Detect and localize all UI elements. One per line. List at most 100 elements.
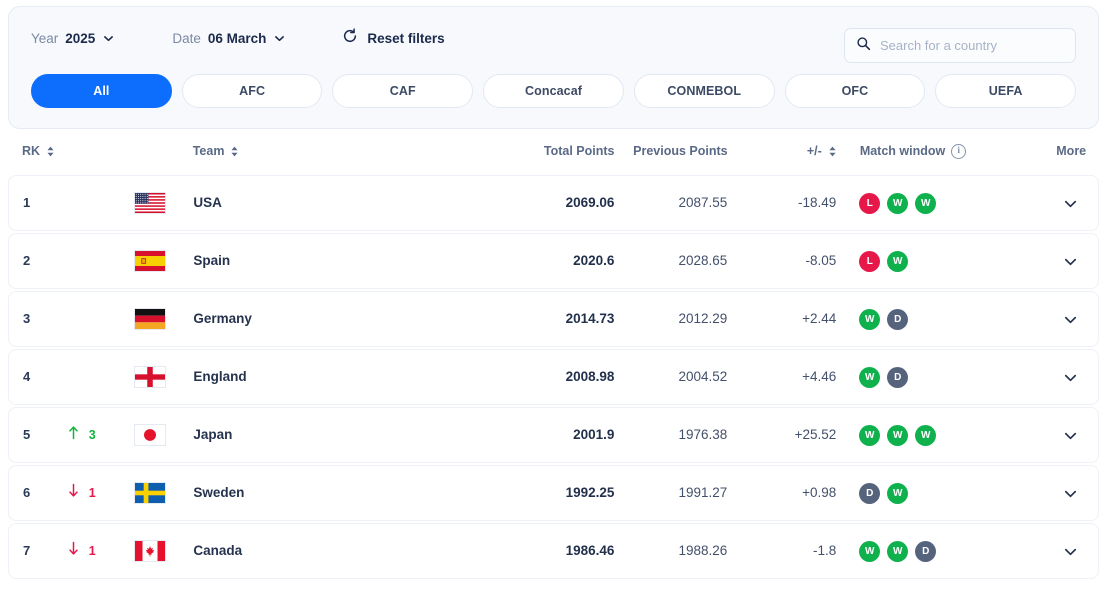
row-total-points: 2014.73	[498, 310, 615, 328]
rank-change-value: 1	[89, 544, 96, 558]
row-rank-value: 6	[23, 485, 30, 500]
table-row[interactable]: 6 1 Sweden 1992.25 1991.27 +0.98 DW	[8, 465, 1099, 521]
sort-icon[interactable]	[230, 146, 239, 157]
table-row[interactable]: 3 Germany 2014.73 2012.29 +2.44 WD	[8, 291, 1099, 347]
match-result-badge-w: W	[859, 541, 880, 562]
row-diff: +0.98	[727, 484, 836, 502]
chevron-down-icon[interactable]	[1062, 485, 1079, 502]
info-icon[interactable]: i	[951, 144, 966, 159]
row-previous-points: 2087.55	[614, 194, 727, 212]
tab-label: AFC	[239, 84, 265, 98]
row-more[interactable]	[1043, 543, 1098, 560]
chevron-down-icon	[102, 32, 115, 45]
table-header: RK Team Total Points Previous Poin	[8, 129, 1099, 173]
row-more[interactable]	[1043, 369, 1098, 386]
chevron-down-icon	[273, 32, 286, 45]
tab-caf[interactable]: CAF	[332, 74, 473, 108]
tab-ofc[interactable]: OFC	[785, 74, 926, 108]
row-diff-value: +4.46	[802, 369, 836, 384]
column-header-more: More	[1043, 144, 1099, 158]
row-rank-value: 5	[23, 427, 30, 442]
row-team: Sweden	[193, 484, 497, 502]
row-total-points: 2008.98	[498, 368, 615, 386]
match-window-badges: WWD	[859, 541, 1042, 562]
search-input[interactable]	[880, 38, 1064, 53]
row-diff-value: -1.8	[813, 543, 836, 558]
arrow-up-icon	[67, 425, 80, 445]
flag-canada	[134, 540, 166, 562]
chevron-down-icon[interactable]	[1062, 369, 1079, 386]
tab-uefa[interactable]: UEFA	[935, 74, 1076, 108]
rank-change-value: 3	[89, 428, 96, 442]
filter-card: Year 2025 Date 06 March	[8, 6, 1099, 129]
row-more[interactable]	[1043, 195, 1098, 212]
table-row[interactable]: 7 1 Canada 1986.46 1988.26 -1.8 WWD	[8, 523, 1099, 579]
chevron-down-icon[interactable]	[1062, 543, 1079, 560]
match-window-badges: WWW	[859, 425, 1042, 446]
tab-all[interactable]: All	[31, 74, 172, 108]
row-match-window: WWD	[836, 541, 1042, 562]
row-more[interactable]	[1043, 485, 1098, 502]
row-match-window: WWW	[836, 425, 1042, 446]
rank-change: 3	[57, 425, 134, 445]
match-result-badge-d: D	[859, 483, 880, 504]
row-rank: 2	[9, 252, 57, 270]
row-diff: -18.49	[727, 194, 836, 212]
row-more[interactable]	[1043, 253, 1098, 270]
date-filter[interactable]: Date 06 March	[172, 31, 286, 46]
match-result-badge-d: D	[887, 309, 908, 330]
row-total-points: 2069.06	[498, 194, 615, 212]
row-more[interactable]	[1043, 311, 1098, 328]
row-previous-points: 2012.29	[614, 310, 727, 328]
chevron-down-icon[interactable]	[1062, 253, 1079, 270]
reset-filters-button[interactable]: Reset filters	[342, 28, 444, 49]
year-filter-value: 2025	[65, 31, 95, 46]
chevron-down-icon[interactable]	[1062, 427, 1079, 444]
tab-label: All	[93, 84, 109, 98]
row-team: Spain	[193, 252, 497, 270]
tab-concacaf[interactable]: Concacaf	[483, 74, 624, 108]
row-total-points: 2020.6	[498, 252, 615, 270]
row-match-window: DW	[836, 483, 1042, 504]
row-flag	[134, 482, 193, 504]
match-window-badges: LWW	[859, 193, 1042, 214]
match-window-badges: WD	[859, 309, 1042, 330]
row-team: Germany	[193, 310, 497, 328]
row-flag	[134, 424, 193, 446]
row-rank: 7	[9, 542, 57, 560]
row-more[interactable]	[1043, 427, 1098, 444]
column-header-rank[interactable]: RK	[8, 144, 56, 158]
row-rank-change	[57, 310, 134, 328]
column-header-team[interactable]: Team	[193, 144, 498, 158]
row-total-points-value: 2020.6	[573, 253, 614, 268]
row-diff: +2.44	[727, 310, 836, 328]
tab-afc[interactable]: AFC	[182, 74, 323, 108]
table-row[interactable]: 4 England 2008.98 2004.52 +4.46 WD	[8, 349, 1099, 405]
row-team: England	[193, 368, 497, 386]
row-previous-points-value: 1976.38	[679, 427, 728, 442]
chevron-down-icon[interactable]	[1062, 311, 1079, 328]
row-rank-value: 7	[23, 543, 30, 558]
chevron-down-icon[interactable]	[1062, 195, 1079, 212]
row-rank: 5	[9, 426, 57, 444]
sort-icon[interactable]	[828, 146, 837, 157]
sort-icon[interactable]	[46, 146, 55, 157]
row-team-name: Canada	[193, 543, 242, 558]
match-window-badges: WD	[859, 367, 1042, 388]
flag-germany	[134, 308, 166, 330]
year-filter[interactable]: Year 2025	[31, 31, 115, 46]
tab-conmebol[interactable]: CONMEBOL	[634, 74, 775, 108]
match-result-badge-w: W	[887, 251, 908, 272]
column-header-diff[interactable]: +/-	[728, 144, 837, 158]
tab-label: UEFA	[989, 84, 1023, 98]
match-result-badge-w: W	[887, 541, 908, 562]
search-box[interactable]	[844, 28, 1076, 63]
table-row[interactable]: 2 Spain 2020.6 2028.65 -8.05 LW	[8, 233, 1099, 289]
reset-filters-label: Reset filters	[367, 31, 444, 46]
row-previous-points-value: 1988.26	[679, 543, 728, 558]
table-row[interactable]: 5 3 Japan 2001.9 1976.38 +25.52 WWW	[8, 407, 1099, 463]
rank-change: 1	[57, 541, 134, 561]
column-header-rank-label: RK	[22, 144, 40, 158]
row-total-points-value: 2014.73	[566, 311, 615, 326]
table-row[interactable]: 1 USA 2069.06 2087.55 -18.49 LWW	[8, 175, 1099, 231]
